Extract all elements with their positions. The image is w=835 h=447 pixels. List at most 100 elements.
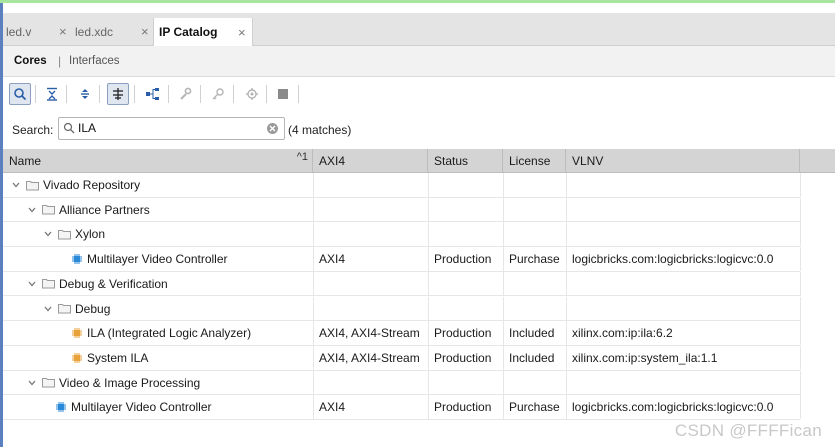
search-row: Search: ILA (4 matches) [3, 112, 835, 149]
stop-icon[interactable] [272, 83, 294, 105]
tree-folder-row[interactable]: Vivado Repository [3, 173, 801, 198]
folder-icon [58, 222, 71, 246]
column-header-vlnv[interactable]: VLNV [566, 149, 800, 172]
ip-name: Multilayer Video Controller [87, 252, 228, 267]
column-header-license[interactable]: License [503, 149, 566, 172]
tab-ip-catalog[interactable]: IP Catalog × [153, 18, 253, 46]
column-divider [428, 247, 429, 272]
tab-led-v[interactable]: led.v × [6, 18, 71, 45]
ip-core-icon [55, 395, 67, 419]
status-cell: Production [434, 350, 492, 365]
column-divider [503, 395, 504, 420]
column-divider [313, 173, 314, 197]
column-divider [566, 345, 567, 370]
clear-search-icon[interactable] [266, 122, 279, 138]
table-row[interactable]: ILA (Integrated Logic Analyzer) AXI4, AXI… [3, 321, 801, 346]
vlnv-cell: logicbricks.com:logicbricks:logicvc:0.0 [572, 252, 774, 267]
close-icon[interactable]: × [238, 25, 246, 40]
column-divider [566, 321, 567, 346]
catalog-view-tabs: Cores | Interfaces [3, 46, 835, 77]
tab-separator: | [58, 54, 62, 68]
toolbar-divider [66, 85, 67, 103]
search-icon[interactable] [9, 83, 31, 105]
ip-name: Video & Image Processing [59, 375, 201, 390]
folder-icon [26, 173, 39, 197]
column-divider [800, 395, 801, 420]
column-divider [313, 247, 314, 272]
column-divider [313, 370, 314, 395]
column-header-axi4[interactable]: AXI4 [313, 149, 428, 172]
column-divider [566, 173, 567, 197]
table-row[interactable]: Multilayer Video Controller AXI4 Productio… [3, 395, 801, 420]
chevron-down-icon[interactable] [11, 173, 21, 197]
watermark: CSDN @FFFFican [674, 421, 822, 440]
tree-folder-row[interactable]: Xylon [3, 222, 801, 248]
column-divider [503, 370, 504, 395]
match-count: (4 matches) [288, 123, 352, 137]
column-label: Name [9, 153, 42, 168]
ip-name: Xylon [75, 227, 106, 242]
tree-folder-row[interactable]: Video & Image Processing [3, 370, 801, 396]
status-cell: Production [434, 400, 492, 415]
customize-ip-icon[interactable] [174, 83, 196, 105]
vlnv-cell: xilinx.com:ip:system_ila:1.1 [572, 350, 718, 365]
tab-led-xdc[interactable]: led.xdc × [75, 18, 153, 45]
column-divider [566, 271, 567, 296]
column-header-status[interactable]: Status [428, 149, 503, 172]
group-by-icon[interactable] [107, 83, 129, 105]
license-key-icon[interactable] [207, 83, 229, 105]
collapse-all-icon[interactable] [41, 83, 63, 105]
status-cell: Production [434, 252, 492, 267]
toolbar-divider [298, 85, 299, 103]
column-header-name[interactable]: Name ^1 [3, 149, 313, 172]
tab-cores[interactable]: Cores [14, 55, 47, 67]
chevron-down-icon[interactable] [27, 371, 37, 395]
column-divider [800, 345, 801, 370]
expand-all-icon[interactable] [74, 83, 96, 105]
tree-folder-row[interactable]: Debug [3, 296, 801, 322]
ip-settings-icon[interactable] [241, 83, 263, 105]
axi4-cell: AXI4 [319, 252, 346, 267]
toolbar-divider [266, 85, 267, 103]
column-divider [428, 271, 429, 296]
table-row[interactable]: Multilayer Video Controller AXI4 Productio… [3, 247, 801, 272]
status-cell: Production [434, 326, 492, 341]
tree-folder-row[interactable]: Debug & Verification [3, 271, 801, 297]
column-divider [428, 345, 429, 370]
column-divider [566, 197, 567, 222]
hierarchy-icon[interactable] [142, 83, 164, 105]
column-divider [800, 370, 801, 395]
column-divider [313, 321, 314, 346]
ip-core-icon [71, 247, 83, 271]
column-divider [800, 271, 801, 296]
column-divider [503, 247, 504, 272]
chevron-down-icon[interactable] [43, 297, 53, 321]
column-divider [503, 197, 504, 222]
close-icon[interactable]: × [59, 24, 67, 39]
tab-interfaces[interactable]: Interfaces [69, 55, 120, 67]
chevron-down-icon[interactable] [27, 198, 37, 222]
sort-indicator: ^1 [296, 151, 308, 163]
ip-name: Alliance Partners [59, 202, 150, 217]
ip-name: System ILA [87, 350, 149, 365]
column-divider [313, 395, 314, 420]
close-icon[interactable]: × [141, 24, 149, 39]
search-input[interactable]: ILA [58, 117, 285, 140]
license-cell: Purchase [509, 252, 560, 267]
ip-name: Multilayer Video Controller [71, 400, 212, 415]
column-divider [503, 271, 504, 296]
column-divider [503, 173, 504, 197]
search-label: Search: [12, 123, 54, 137]
column-divider [566, 296, 567, 321]
tab-label: led.xdc [75, 24, 114, 39]
axi4-cell: AXI4 [319, 400, 346, 415]
chevron-down-icon[interactable] [43, 222, 53, 246]
axi4-cell: AXI4, AXI4-Stream [319, 326, 420, 341]
chevron-down-icon[interactable] [27, 272, 37, 296]
column-divider [503, 296, 504, 321]
ip-name: Debug & Verification [59, 276, 168, 291]
toolbar-divider [99, 85, 100, 103]
tree-folder-row[interactable]: Alliance Partners [3, 197, 801, 223]
ip-name: ILA (Integrated Logic Analyzer) [87, 326, 252, 341]
table-row[interactable]: System ILA AXI4, AXI4-Stream Production Inc… [3, 345, 801, 371]
